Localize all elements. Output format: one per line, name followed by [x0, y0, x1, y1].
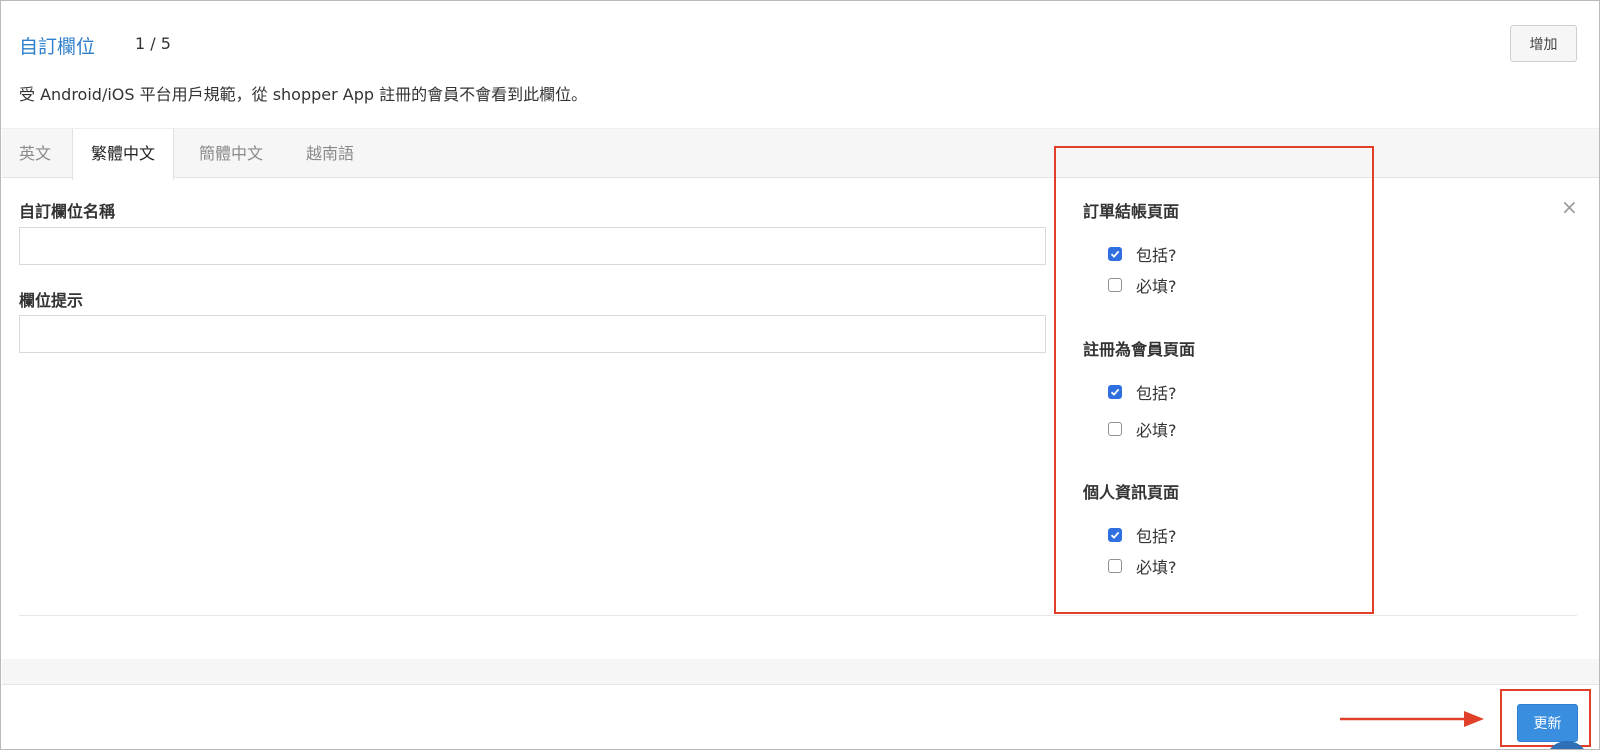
page-title: 自訂欄位: [19, 36, 96, 58]
checkbox-unchecked-icon[interactable]: [1108, 278, 1122, 292]
language-tabs: 英文 繁體中文 簡體中文 越南語: [2, 128, 1599, 180]
profile-required-option[interactable]: 必填?: [1108, 556, 1177, 577]
checkbox-unchecked-icon[interactable]: [1108, 422, 1122, 436]
checkout-required-option[interactable]: 必填?: [1108, 275, 1177, 296]
checkout-required-label: 必填?: [1136, 277, 1177, 296]
close-icon[interactable]: ×: [1561, 197, 1578, 217]
checkbox-checked-icon[interactable]: [1108, 385, 1122, 399]
avatar[interactable]: [1545, 741, 1589, 749]
checkout-include-option[interactable]: 包括?: [1108, 244, 1177, 265]
field-hint-input[interactable]: [19, 315, 1046, 353]
register-include-option[interactable]: 包括?: [1108, 382, 1177, 403]
platform-notice: 受 Android/iOS 平台用戶規範，從 shopper App 註冊的會員…: [19, 85, 588, 104]
add-button[interactable]: 增加: [1510, 25, 1577, 62]
update-button[interactable]: 更新: [1517, 704, 1578, 742]
checkout-include-label: 包括?: [1136, 246, 1177, 265]
register-page-heading: 註冊為會員頁面: [1083, 340, 1196, 359]
register-required-option[interactable]: 必填?: [1108, 419, 1177, 440]
register-required-label: 必填?: [1136, 421, 1177, 440]
tab-english[interactable]: 英文: [19, 129, 51, 179]
profile-required-label: 必填?: [1136, 558, 1177, 577]
checkout-page-heading: 訂單結帳頁面: [1083, 202, 1180, 221]
checkbox-checked-icon[interactable]: [1108, 247, 1122, 261]
profile-include-option[interactable]: 包括?: [1108, 525, 1177, 546]
annotation-arrow-icon: [1340, 711, 1484, 727]
checkbox-unchecked-icon[interactable]: [1108, 559, 1122, 573]
field-name-input[interactable]: [19, 227, 1046, 265]
footer-band: [2, 659, 1599, 685]
checkbox-checked-icon[interactable]: [1108, 528, 1122, 542]
tab-simplified-chinese[interactable]: 簡體中文: [199, 129, 263, 179]
custom-field-panel: 自訂欄位 1 / 5 增加 受 Android/iOS 平台用戶規範，從 sho…: [0, 0, 1600, 750]
tab-traditional-chinese[interactable]: 繁體中文: [72, 129, 175, 180]
profile-page-heading: 個人資訊頁面: [1083, 483, 1180, 502]
tab-vietnamese[interactable]: 越南語: [306, 129, 354, 179]
register-include-label: 包括?: [1136, 384, 1177, 403]
field-counter: 1 / 5: [135, 34, 171, 53]
divider: [19, 615, 1577, 616]
field-name-label: 自訂欄位名稱: [19, 202, 116, 221]
profile-include-label: 包括?: [1136, 527, 1177, 546]
field-hint-label: 欄位提示: [19, 291, 84, 310]
